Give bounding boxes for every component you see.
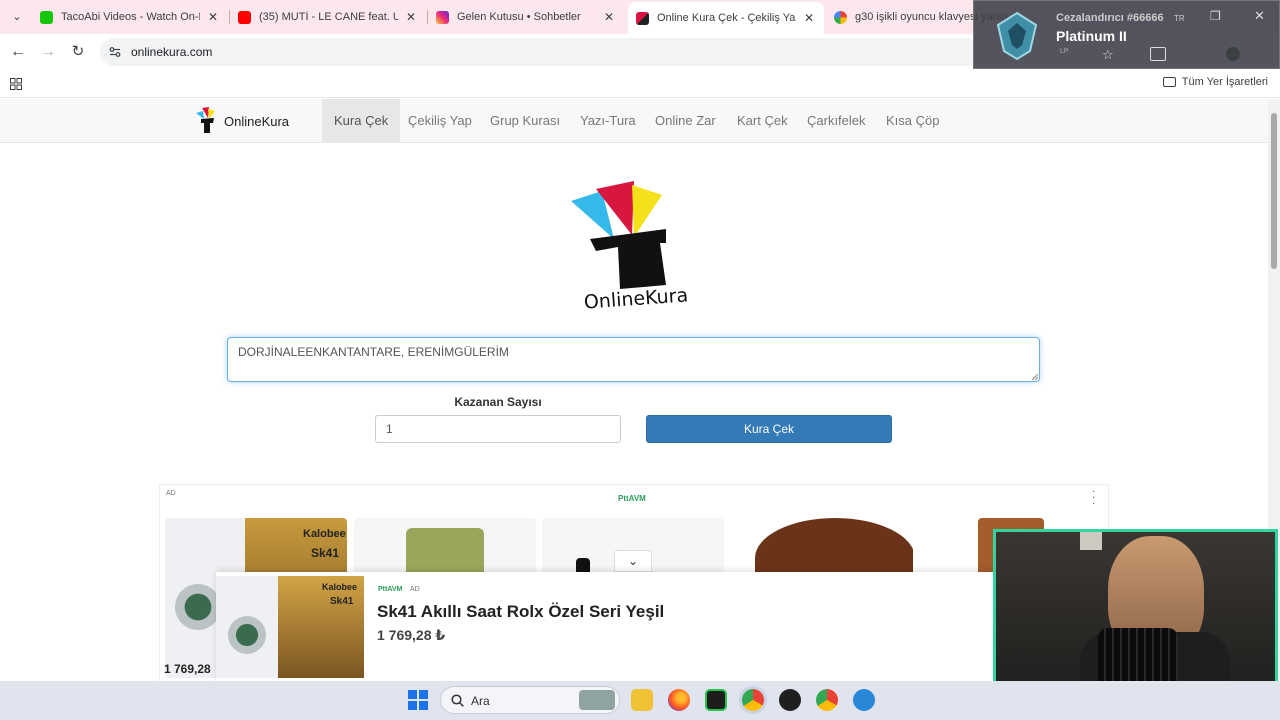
wall-sign <box>1080 532 1102 550</box>
rank-lp: LP <box>1060 48 1069 55</box>
search-highlight-image <box>579 690 615 710</box>
bookmarks-bar: Tüm Yer İşaretleri <box>0 70 1280 98</box>
tab-instagram[interactable]: Gelen Kutusu • Sohbetler ✕ <box>428 4 624 30</box>
nav-grup-kurasi[interactable]: Grup Kurası <box>478 99 572 142</box>
rank-emblem-icon <box>996 11 1038 61</box>
sticky-ad-label: AD <box>410 586 420 593</box>
obs-icon[interactable] <box>779 689 801 711</box>
restore-window-icon[interactable]: ❐ <box>1210 9 1221 23</box>
nav-online-zar[interactable]: Online Zar <box>643 99 728 142</box>
search-icon <box>451 694 464 707</box>
tacoabi-icon <box>40 10 53 24</box>
firefox-icon[interactable] <box>668 689 690 711</box>
close-icon[interactable]: ✕ <box>602 10 616 24</box>
terminal-app-icon[interactable] <box>705 689 727 711</box>
site-settings-icon[interactable] <box>109 46 121 58</box>
url-text: onlinekura.com <box>131 45 213 59</box>
site-navbar: OnlineKura Kura Çek Çekiliş Yap Grup Kur… <box>0 99 1268 143</box>
all-bookmarks-button[interactable]: Tüm Yer İşaretleri <box>1162 76 1268 88</box>
close-icon[interactable]: ✕ <box>206 10 220 24</box>
nav-yazi-tura[interactable]: Yazı-Tura <box>568 99 648 142</box>
apps-grid-icon[interactable] <box>10 78 22 90</box>
ad-watch-brand: Kalobee <box>303 528 346 540</box>
onlinekura-icon <box>636 11 649 25</box>
chrome-profile-icon[interactable] <box>816 689 838 711</box>
taskbar: Ara <box>0 681 1280 720</box>
chrome-icon[interactable] <box>742 689 764 711</box>
nav-kart-cek[interactable]: Kart Çek <box>725 99 800 142</box>
ad-price: 1 769,28 <box>164 662 211 676</box>
reload-icon[interactable]: ↻ <box>68 42 88 62</box>
rank-overlay: Cezalandırıcı #66666 TR Platinum II LP ☆… <box>973 0 1280 69</box>
rank-tier: Platinum II <box>1056 28 1127 44</box>
sticky-ad[interactable]: Kalobee Sk41 PttAVM AD Sk41 Akıllı Saat … <box>216 572 1110 681</box>
tab-onlinekura[interactable]: Online Kura Çek - Çekiliş Yap ✕ <box>628 2 824 34</box>
close-icon[interactable]: ✕ <box>404 10 418 24</box>
tab-title: TacoAbi Videos - Watch On-De <box>61 11 200 23</box>
ad-label: AD <box>166 490 176 497</box>
sticky-ad-image: Kalobee Sk41 <box>216 576 364 678</box>
hero-logo-text: OnlineKura <box>583 284 689 313</box>
draw-button[interactable]: Kura Çek <box>646 415 892 443</box>
all-bookmarks-label: Tüm Yer İşaretleri <box>1181 76 1268 88</box>
close-icon[interactable]: ✕ <box>802 11 816 25</box>
tab-youtube[interactable]: (35) MUTİ - LE CANE feat. UZİ x ✕ <box>230 4 426 30</box>
ad-options-icon[interactable]: · · · <box>1092 487 1095 509</box>
instagram-icon <box>436 10 449 24</box>
winner-count-input[interactable] <box>375 415 621 443</box>
sticky-ad-price: 1 769,28 ₺ <box>377 627 446 643</box>
player-name: Cezalandırıcı #66666 <box>1056 12 1164 24</box>
window-close-icon[interactable]: ✕ <box>1254 8 1265 24</box>
ad-watch-model: Sk41 <box>311 546 340 560</box>
taskbar-search[interactable]: Ara <box>440 686 620 714</box>
forward-icon[interactable]: → <box>38 42 58 62</box>
tab-search-dropdown-icon[interactable]: ⌄ <box>8 8 26 26</box>
taskbar-search-label: Ara <box>471 694 490 708</box>
site-logo[interactable]: OnlineKura <box>194 107 289 135</box>
nav-cekilis-yap[interactable]: Çekiliş Yap <box>396 99 484 142</box>
ad-watch-brand: Kalobee <box>322 582 358 592</box>
windows-start-icon[interactable] <box>408 690 428 710</box>
hero-logo: OnlineKura <box>571 181 689 314</box>
extensions-icon[interactable] <box>1150 47 1166 61</box>
watch-icon <box>228 616 266 654</box>
tab-title: Gelen Kutusu • Sohbetler <box>457 11 581 23</box>
winner-count-label: Kazanan Sayısı <box>454 395 542 409</box>
star-bookmark-icon[interactable]: ☆ <box>1102 47 1124 62</box>
chevron-down-icon[interactable]: ⌄ <box>614 550 652 572</box>
player-region: TR <box>1174 14 1185 23</box>
tab-title: (35) MUTİ - LE CANE feat. UZİ x <box>259 11 398 23</box>
ad-watch-model: Sk41 <box>330 596 354 607</box>
nav-carkifelek[interactable]: Çarkıfelek <box>795 99 878 142</box>
sticky-ad-brand: PttAVM <box>378 586 403 593</box>
folder-icon <box>1162 77 1176 87</box>
sticky-ad-title[interactable]: Sk41 Akıllı Saat Rolx Özel Seri Yeşil <box>377 602 664 622</box>
nav-kura-cek[interactable]: Kura Çek <box>322 99 401 142</box>
tab-title: Online Kura Çek - Çekiliş Yap <box>657 12 796 24</box>
google-icon <box>834 10 847 24</box>
app-icon[interactable] <box>853 689 875 711</box>
address-bar[interactable]: onlinekura.com <box>100 38 980 66</box>
file-explorer-icon[interactable] <box>631 689 653 711</box>
watch-icon <box>175 584 221 630</box>
profile-avatar-icon[interactable] <box>1226 47 1240 61</box>
tab-tacoabi[interactable]: TacoAbi Videos - Watch On-De ✕ <box>32 4 228 30</box>
youtube-icon <box>238 10 251 24</box>
back-icon[interactable]: ← <box>8 42 28 62</box>
names-textarea[interactable]: DORJİNALEENKANTANTARE, ERENİMGÜLERİM <box>227 337 1040 382</box>
nav-kisa-cop[interactable]: Kısa Çöp <box>874 99 951 142</box>
ad-brand: PttAVM <box>618 494 646 503</box>
resize-handle-icon[interactable] <box>1031 373 1038 380</box>
scrollbar-thumb[interactable] <box>1271 113 1277 269</box>
magic-hat-logo-icon <box>196 107 215 133</box>
site-brand-name: OnlineKura <box>224 113 290 129</box>
ad-banner[interactable]: AD PttAVM · · · Kalobee Sk41 1 769,28 ⌄ Ka… <box>159 484 1110 681</box>
